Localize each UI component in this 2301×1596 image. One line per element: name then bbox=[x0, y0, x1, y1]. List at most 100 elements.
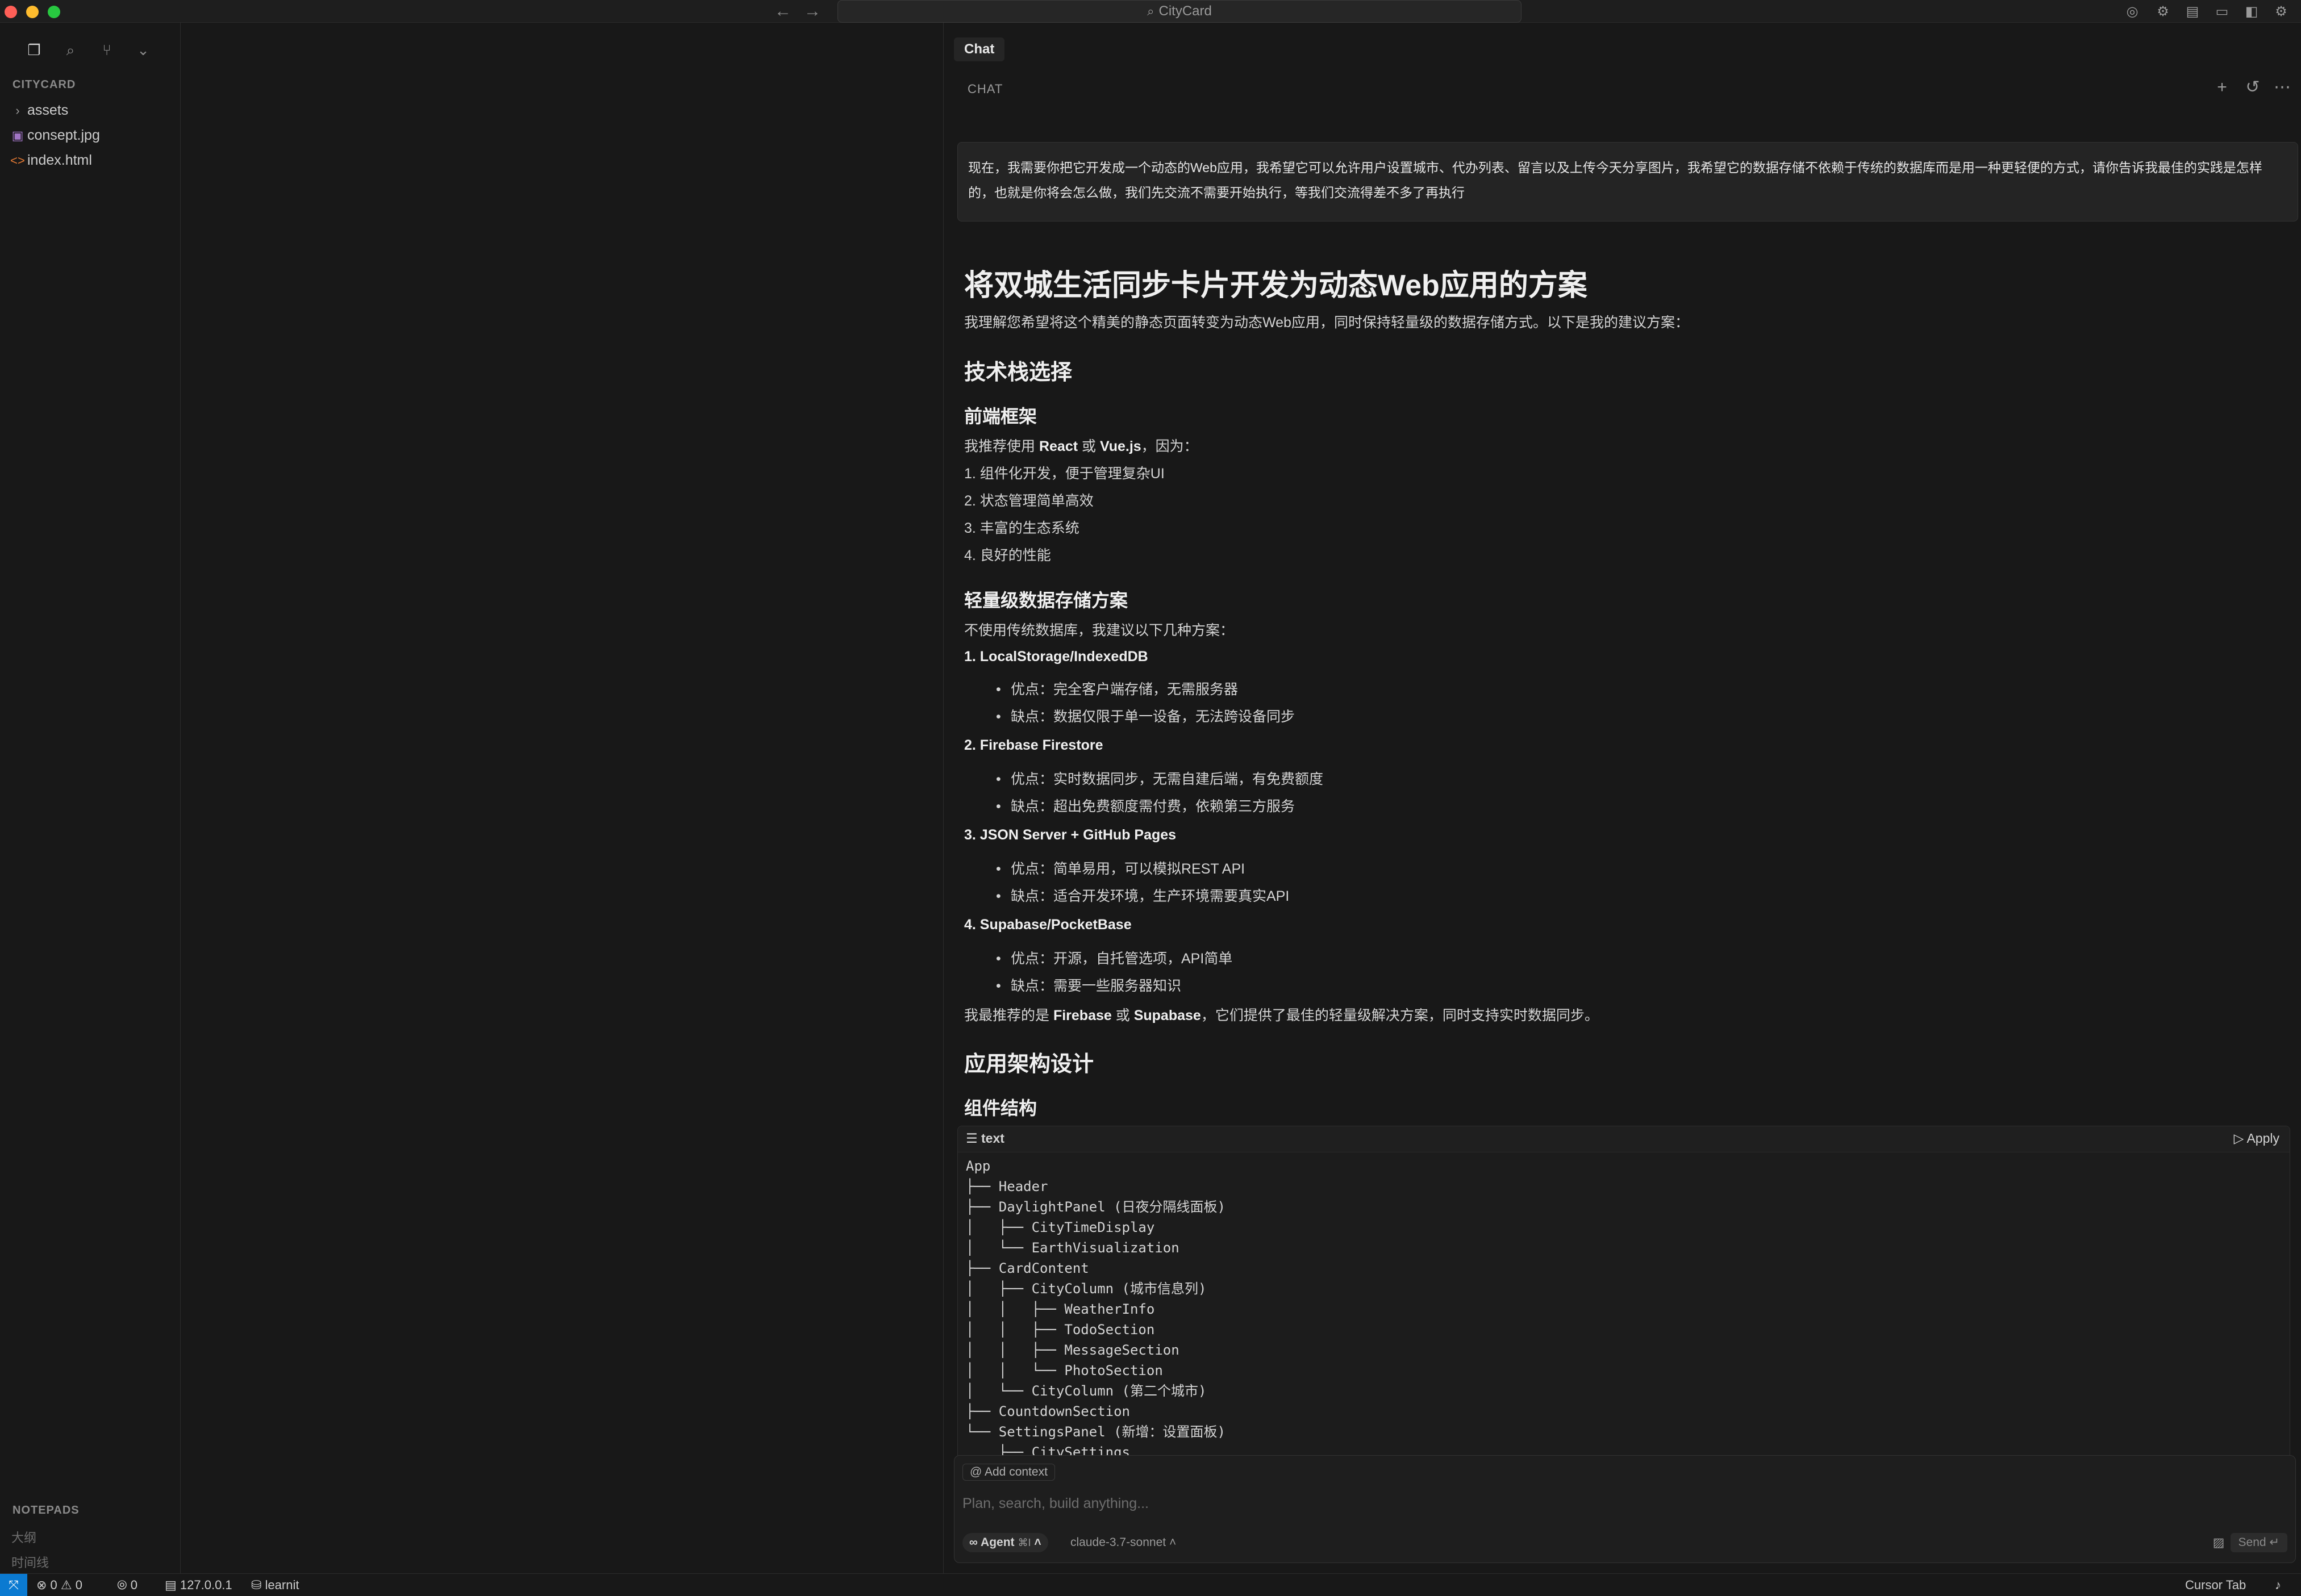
error-icon: ⊗ bbox=[36, 1578, 51, 1592]
storage-option-cons: 缺点：数据仅限于单一设备，无法跨设备同步 bbox=[996, 705, 1295, 726]
editor-area[interactable] bbox=[181, 23, 942, 1573]
more-options-icon[interactable]: ⋯ bbox=[2272, 77, 2292, 98]
storage-intro: 不使用传统数据库，我建议以下几种方案： bbox=[964, 622, 1235, 638]
notepad-item[interactable]: 时间线 bbox=[11, 1553, 49, 1571]
minimize-window-button[interactable] bbox=[26, 6, 39, 18]
remote-indicator-icon[interactable]: ⤧ bbox=[0, 1574, 27, 1596]
notepad-item[interactable]: 大纲 bbox=[11, 1528, 36, 1546]
code-file-icon: <> bbox=[10, 153, 25, 168]
list-item: 4. 良好的性能 bbox=[964, 548, 1051, 563]
explorer-section-title[interactable]: CITYCARD bbox=[12, 78, 76, 91]
project-indicator[interactable]: ⛁ learnit bbox=[251, 1574, 299, 1596]
toggle-panel-icon[interactable]: ▭ bbox=[2212, 2, 2232, 22]
agent-mode-selector[interactable]: ∞ Agent ⌘I ˄ bbox=[962, 1533, 1048, 1552]
frontend-intro: 我推荐使用 React 或 Vue.js，因为： bbox=[964, 438, 1198, 454]
chat-composer: @ Add context ∞ Agent⌘I ˄ claude-3.7-son… bbox=[954, 1455, 2296, 1563]
code-language: ☰ text bbox=[966, 1131, 1004, 1146]
chevron-up-icon: ˄ bbox=[1166, 1536, 1177, 1549]
toggle-primary-sidebar-icon[interactable]: ▤ bbox=[2183, 2, 2202, 22]
heading-frontend: 前端框架 bbox=[964, 406, 1037, 427]
settings-icon[interactable]: ⚙ bbox=[2153, 2, 2173, 22]
tree-item-assets[interactable]: › assets bbox=[8, 99, 178, 122]
chevron-down-icon[interactable]: ⌄ bbox=[132, 39, 155, 61]
tree-item-label: consept.jpg bbox=[27, 127, 100, 143]
zoom-window-button[interactable] bbox=[48, 6, 60, 18]
list-item: 2. 状态管理简单高效 bbox=[964, 493, 1094, 509]
toggle-secondary-sidebar-icon[interactable]: ◧ bbox=[2242, 2, 2261, 22]
response-intro: 我理解您希望将这个精美的静态页面转变为动态Web应用，同时保持轻量级的数据存储方… bbox=[964, 315, 1689, 331]
send-button[interactable]: Send ↵ bbox=[2230, 1533, 2287, 1552]
chevron-right-icon: › bbox=[15, 103, 20, 118]
at-icon: @ bbox=[970, 1465, 985, 1478]
code-block: ☰ text ▷ Apply App ├── Header ├── Daylig… bbox=[957, 1126, 2290, 1478]
chat-header-label: CHAT bbox=[968, 82, 1003, 96]
list-item: 3. 丰富的生态系统 bbox=[964, 520, 1079, 536]
storage-option-cons: 缺点：超出免费额度需付费，依赖第三方服务 bbox=[996, 795, 1295, 816]
chat-panel: Chat CHAT + ↺ ⋯ 现在，我需要你把它开发成一个动态的Web应用，我… bbox=[943, 23, 2301, 1573]
close-window-button[interactable] bbox=[5, 6, 17, 18]
apply-button[interactable]: ▷ Apply bbox=[2234, 1131, 2279, 1146]
app-window: ← → ⌕ CityCard ◎ ⚙ ▤ ▭ ◧ ⚙ ❐ ⌕ ⑂ ⌄ CITYCA… bbox=[0, 0, 2301, 1596]
notepads-section-title[interactable]: NOTEPADS bbox=[12, 1504, 80, 1517]
host-indicator[interactable]: ▤ 127.0.0.1 bbox=[165, 1574, 232, 1596]
primary-sidebar: ❐ ⌕ ⑂ ⌄ CITYCARD › assets ▣ consept.jpg <>… bbox=[0, 23, 181, 1573]
account-icon[interactable]: ◎ bbox=[2123, 2, 2142, 22]
forward-arrow-icon[interactable]: → bbox=[802, 1, 823, 22]
storage-option-pros: 优点：实时数据同步，无需自建后端，有免费额度 bbox=[996, 768, 1323, 788]
database-icon: ⛁ bbox=[251, 1578, 265, 1592]
image-attach-icon[interactable]: ▨ bbox=[2209, 1533, 2228, 1552]
heading-components: 组件结构 bbox=[964, 1098, 1037, 1118]
tree-item-index-html[interactable]: <> index.html bbox=[8, 149, 178, 172]
code-block-header: ☰ text ▷ Apply bbox=[958, 1126, 2290, 1152]
tab-chat[interactable]: Chat bbox=[954, 37, 1005, 61]
recommendation: 我最推荐的是 Firebase 或 Supabase，它们提供了最佳的轻量级解决… bbox=[964, 1008, 1599, 1023]
response-title: 将双城生活同步卡片开发为动态Web应用的方案 bbox=[964, 269, 1587, 302]
command-center-search[interactable]: ⌕ CityCard bbox=[837, 0, 1522, 23]
play-icon: ▷ bbox=[2233, 1131, 2247, 1146]
title-bar: ← → ⌕ CityCard ◎ ⚙ ▤ ▭ ◧ ⚙ bbox=[0, 0, 2301, 23]
gear-icon[interactable]: ⚙ bbox=[2271, 2, 2291, 22]
search-icon: ⌕ bbox=[1147, 4, 1154, 18]
user-message[interactable]: 现在，我需要你把它开发成一个动态的Web应用，我希望它可以允许用户设置城市、代办… bbox=[957, 142, 2298, 222]
add-context-button[interactable]: @ Add context bbox=[962, 1464, 1055, 1481]
tree-item-label: index.html bbox=[27, 152, 92, 168]
search-icon[interactable]: ⌕ bbox=[59, 39, 82, 61]
storage-option-title: 3. JSON Server + GitHub Pages bbox=[964, 827, 1177, 843]
server-icon: ▤ bbox=[165, 1578, 180, 1592]
new-chat-icon[interactable]: + bbox=[2212, 77, 2232, 98]
problems-indicator[interactable]: ⊗ 0 ⚠ 0 bbox=[36, 1574, 82, 1596]
storage-option-pros: 优点：开源，自托管选项，API简单 bbox=[996, 947, 1232, 968]
cursor-tab-indicator[interactable]: Cursor Tab bbox=[2185, 1574, 2246, 1596]
model-selector[interactable]: claude-3.7-sonnet ˄ bbox=[1070, 1533, 1176, 1552]
code-lang-icon: ☰ bbox=[966, 1131, 982, 1146]
heading-architecture: 应用架构设计 bbox=[964, 1052, 1094, 1076]
storage-option-title: 4. Supabase/PocketBase bbox=[964, 917, 1132, 933]
storage-option-pros: 优点：简单易用，可以模拟REST API bbox=[996, 858, 1245, 878]
storage-option-pros: 优点：完全客户端存储，无需服务器 bbox=[996, 678, 1238, 699]
broadcast-icon: ⦾ bbox=[117, 1578, 131, 1592]
chat-input[interactable] bbox=[962, 1492, 2269, 1515]
heading-storage: 轻量级数据存储方案 bbox=[964, 590, 1128, 611]
notifications-bell-icon[interactable]: ♪ bbox=[2275, 1574, 2281, 1596]
tree-item-label: assets bbox=[27, 102, 69, 118]
list-item: 1. 组件化开发，便于管理复杂UI bbox=[964, 466, 1165, 482]
warning-icon: ⚠ bbox=[60, 1578, 76, 1592]
code-content: App ├── Header ├── DaylightPanel (日夜分隔线面… bbox=[966, 1158, 1225, 1477]
window-title: CityCard bbox=[1158, 3, 1212, 19]
image-file-icon: ▣ bbox=[11, 128, 24, 143]
ports-indicator[interactable]: ⦾ 0 bbox=[117, 1574, 137, 1596]
storage-option-title: 2. Firebase Firestore bbox=[964, 737, 1103, 753]
source-control-icon[interactable]: ⑂ bbox=[95, 39, 118, 61]
history-icon[interactable]: ↺ bbox=[2242, 77, 2263, 98]
infinity-icon: ∞ bbox=[969, 1536, 981, 1549]
storage-option-cons: 缺点：适合开发环境，生产环境需要真实API bbox=[996, 885, 1289, 905]
storage-option-title: 1. LocalStorage/IndexedDB bbox=[964, 649, 1148, 665]
explorer-files-icon[interactable]: ❐ bbox=[23, 39, 45, 61]
back-arrow-icon[interactable]: ← bbox=[773, 1, 793, 22]
enter-key-icon: ↵ bbox=[2266, 1536, 2279, 1549]
status-bar: ⤧ ⊗ 0 ⚠ 0 ⦾ 0 ▤ 127.0.0.1 ⛁ learnit Curs… bbox=[0, 1573, 2301, 1596]
chevron-up-icon: ˄ bbox=[1031, 1536, 1041, 1549]
heading-tech-stack: 技术栈选择 bbox=[964, 361, 1073, 385]
storage-option-cons: 缺点：需要一些服务器知识 bbox=[996, 975, 1181, 995]
tree-item-consept-jpg[interactable]: ▣ consept.jpg bbox=[8, 124, 178, 147]
